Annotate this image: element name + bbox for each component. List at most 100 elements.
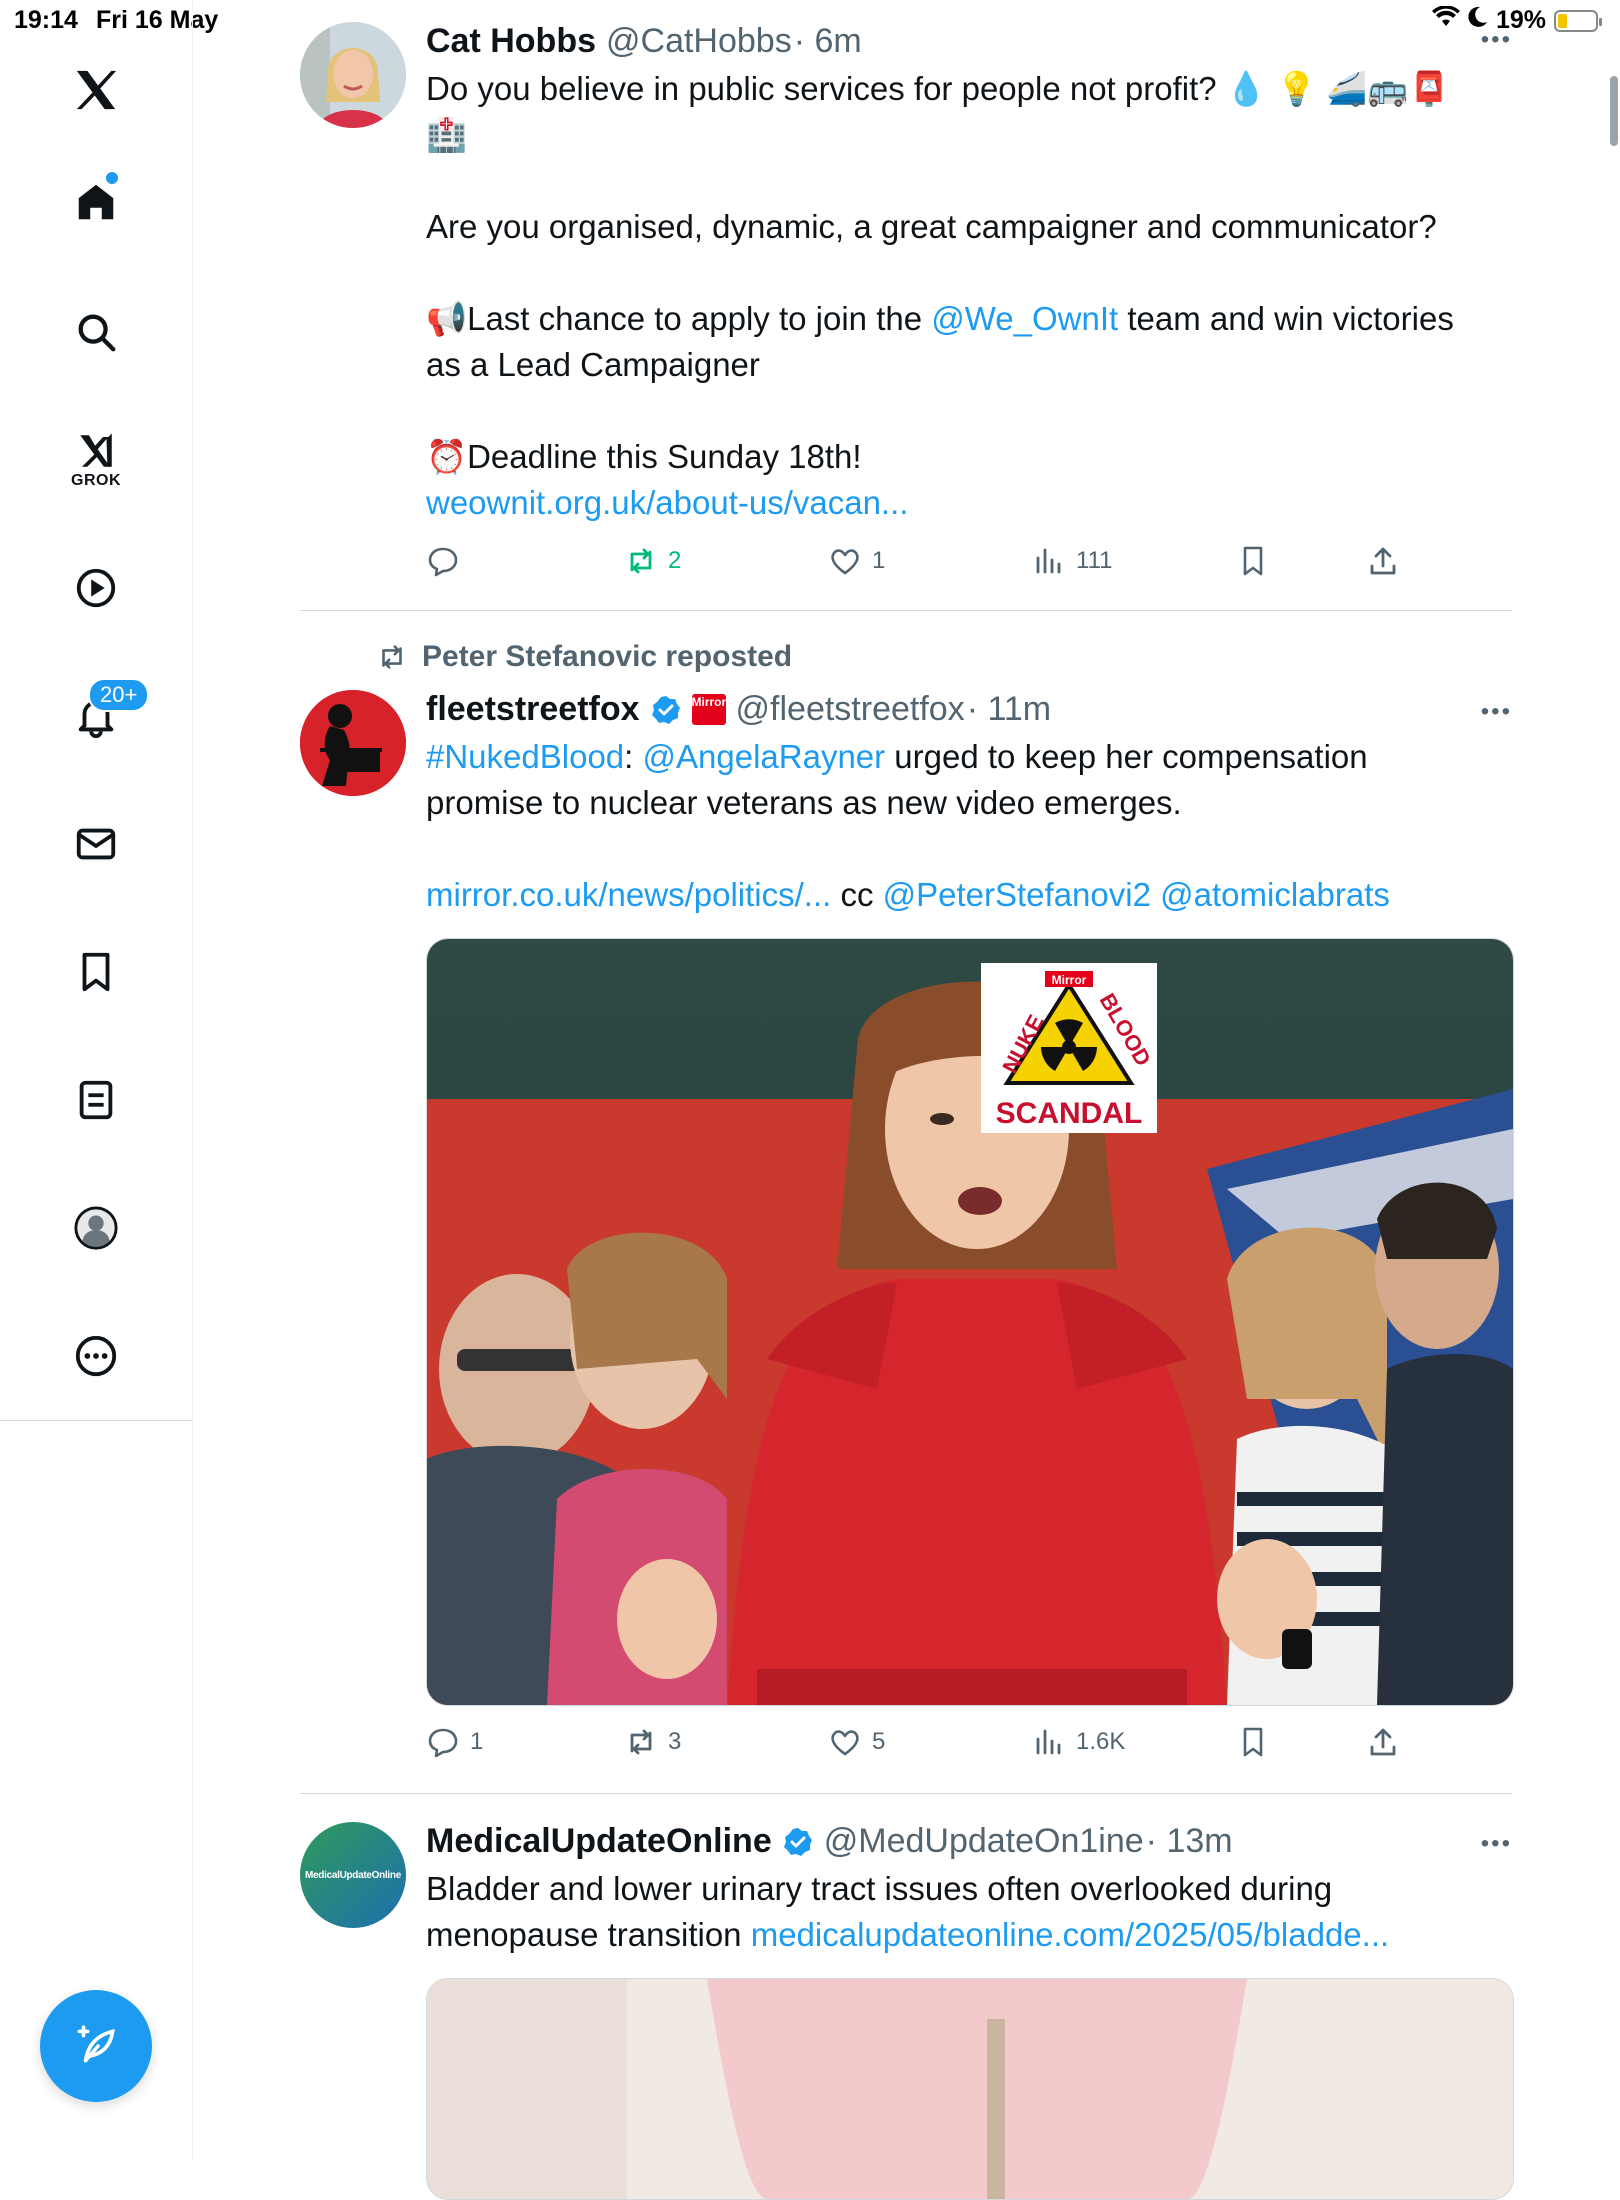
tweet-text: Bladder and lower urinary tract issues o…	[426, 1866, 1511, 1958]
tweet-actions: 1 3 5 1.6K	[426, 1725, 1426, 1769]
tweet-line: Are you organised, dynamic, a great camp…	[426, 208, 1437, 245]
home-notification-dot	[106, 172, 118, 184]
views-button[interactable]: 111	[1032, 544, 1112, 578]
home-icon	[78, 184, 114, 220]
reply-icon	[428, 547, 458, 577]
views-icon	[1036, 1729, 1061, 1755]
like-button[interactable]: 1	[828, 544, 885, 578]
bookmark-icon	[1243, 1727, 1263, 1757]
views-count: 1.6K	[1076, 1728, 1126, 1755]
avatar[interactable]	[300, 690, 406, 796]
tweet-media-image[interactable]: Mirror NUKE BLOOD SCANDAL	[426, 938, 1514, 1706]
tweet-time[interactable]: · 13m	[1146, 1822, 1233, 1861]
photo-illustration	[427, 939, 1513, 1705]
reply-count: 1	[470, 1728, 484, 1755]
mention-link[interactable]: @PeterStefanovi2	[883, 876, 1151, 913]
tweet-media-image[interactable]	[426, 1978, 1514, 2200]
retweet-icon	[630, 1729, 652, 1755]
tweet-divider	[300, 1793, 1512, 1794]
tweet-text-fragment	[1151, 876, 1160, 913]
sidebar-item-bookmarks[interactable]	[64, 940, 128, 1004]
affiliate-badge[interactable]: Mirror	[691, 694, 726, 725]
avatar-text: MedicalUpdateOnline	[305, 1869, 401, 1881]
mirror-overlay-logo: Mirror NUKE BLOOD SCANDAL	[981, 963, 1157, 1133]
tweet-line: menopause transition medicalupdateonline…	[426, 1912, 1511, 1958]
tweet-fleetstreetfox[interactable]: fleetstreetfox Mirror @fleetstreetfox · …	[300, 690, 1514, 1760]
compose-icon	[77, 2025, 115, 2063]
retweet-button[interactable]: 3	[624, 1725, 681, 1759]
share-button[interactable]	[1366, 544, 1400, 578]
external-link[interactable]: mirror.co.uk/news/politics/...	[426, 876, 831, 913]
retweet-button[interactable]: 2	[624, 544, 681, 578]
scrollbar-thumb[interactable]	[1610, 76, 1618, 146]
tweet-time[interactable]: · 6m	[794, 22, 862, 61]
views-button[interactable]: 1.6K	[1032, 1725, 1125, 1759]
mention-link[interactable]: @We_OwnIt	[931, 300, 1118, 337]
x-logo-icon[interactable]	[64, 58, 128, 122]
photo-illustration	[427, 1979, 1513, 2199]
external-link[interactable]: medicalupdateonline.com/2025/05/bladde..…	[751, 1916, 1389, 1953]
author-handle[interactable]: @fleetstreetfox	[736, 690, 965, 729]
share-button[interactable]	[1366, 1725, 1400, 1759]
tweet-divider	[300, 610, 1512, 611]
heart-icon	[831, 549, 859, 575]
sidebar-item-explore[interactable]	[64, 300, 128, 364]
more-options-icon[interactable]: •••	[1481, 26, 1512, 54]
avatar[interactable]	[300, 22, 406, 128]
author-name[interactable]: Cat Hobbs	[426, 22, 596, 61]
retweet-icon	[630, 548, 652, 574]
author-handle[interactable]: @CatHobbs	[606, 22, 792, 61]
sidebar-item-more[interactable]	[64, 1324, 128, 1388]
list-icon	[79, 1080, 113, 1120]
compose-button[interactable]	[40, 1990, 152, 2102]
sidebar-item-videos[interactable]	[64, 556, 128, 620]
more-options-icon[interactable]: •••	[1481, 698, 1512, 726]
author-handle[interactable]: @MedUpdateOn1ine	[824, 1822, 1144, 1861]
tweet-text-fragment: menopause transition	[426, 1916, 751, 1953]
hashtag-link[interactable]: #NukedBlood	[426, 738, 624, 775]
avatar[interactable]: MedicalUpdateOnline	[300, 1822, 406, 1928]
sidebar-item-lists[interactable]	[64, 1068, 128, 1132]
retweet-icon	[382, 645, 402, 669]
mirror-logo-text: Mirror	[1052, 973, 1087, 987]
bookmark-button[interactable]	[1236, 544, 1270, 578]
tweet-text-fragment: cc	[831, 876, 883, 913]
sidebar-item-messages[interactable]	[64, 812, 128, 876]
share-icon	[1370, 1728, 1396, 1756]
sidebar-divider	[0, 1420, 192, 1421]
tweet-text: Do you believe in public services for pe…	[426, 66, 1511, 526]
tweet-line: ⏰Deadline this Sunday 18th!	[426, 438, 862, 475]
bookmark-button[interactable]	[1236, 1725, 1270, 1759]
tweet-header: Cat Hobbs @CatHobbs · 6m	[426, 22, 862, 61]
share-icon	[1370, 547, 1396, 575]
sidebar-item-home[interactable]	[64, 170, 128, 234]
reply-icon	[428, 1728, 458, 1758]
reply-button[interactable]	[426, 544, 470, 578]
external-link[interactable]: weownit.org.uk/about-us/vacan...	[426, 480, 1511, 526]
tweet-medicalupdateonline[interactable]: MedicalUpdateOnline MedicalUpdateOnline …	[300, 1822, 1514, 2200]
author-name[interactable]: fleetstreetfox	[426, 690, 640, 729]
tweet-actions: 2 1 111	[426, 544, 1426, 588]
tweet-line: as a Lead Campaigner	[426, 346, 760, 383]
verified-badge-icon	[651, 695, 680, 724]
like-button[interactable]: 5	[828, 1725, 885, 1759]
tweet-line: promise to nuclear veterans as new video…	[426, 784, 1182, 821]
mention-link[interactable]: @AngelaRayner	[643, 738, 886, 775]
notifications-badge: 20+	[88, 678, 150, 712]
tweet-cat-hobbs[interactable]: Cat Hobbs @CatHobbs · 6m ••• Do you beli…	[300, 22, 1512, 602]
more-options-icon[interactable]: •••	[1481, 1830, 1512, 1858]
reply-button[interactable]: 1	[426, 1725, 483, 1759]
sidebar-item-grok[interactable]: GROK	[64, 420, 128, 500]
author-name[interactable]: MedicalUpdateOnline	[426, 1822, 772, 1861]
views-icon	[1036, 548, 1061, 574]
sidebar-item-profile[interactable]	[64, 1196, 128, 1260]
mention-link[interactable]: @atomiclabrats	[1160, 876, 1390, 913]
repost-indicator[interactable]: Peter Stefanovic reposted	[376, 640, 792, 674]
verified-badge-icon	[783, 1827, 812, 1856]
bookmark-icon	[1243, 546, 1263, 576]
tweet-time[interactable]: · 11m	[967, 690, 1051, 729]
grok-label: GROK	[71, 472, 121, 489]
sidebar-item-notifications[interactable]: 20+	[64, 678, 150, 748]
tweet-text: #NukedBlood: @AngelaRayner urged to keep…	[426, 734, 1511, 918]
retweet-count: 3	[668, 1728, 682, 1755]
